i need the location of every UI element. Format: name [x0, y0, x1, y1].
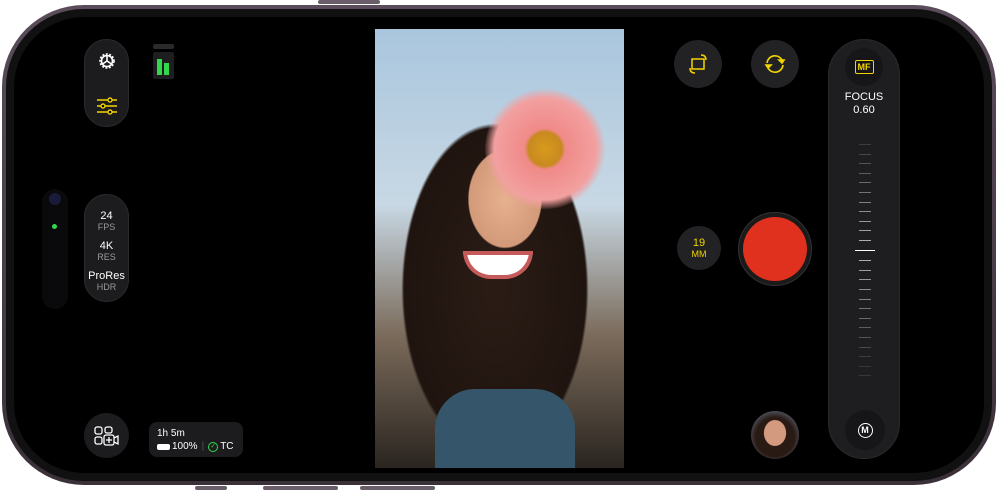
multicam-button[interactable] [84, 413, 129, 458]
phone-frame: 24 FPS 4K RES ProRes HDR 1h 5m 100% | ✓ … [2, 5, 996, 485]
flip-camera-button[interactable] [751, 40, 799, 88]
focus-tick [859, 356, 871, 358]
lens-button[interactable]: 19 MM [677, 226, 721, 270]
focus-slider[interactable] [829, 40, 899, 458]
codec-label: HDR [96, 282, 117, 292]
smile [463, 251, 533, 279]
audio-level-icon[interactable] [153, 44, 174, 80]
focus-tick [859, 375, 871, 377]
focus-tick [855, 249, 875, 251]
codec-value: ProRes [88, 270, 125, 282]
focus-panel: MF FOCUS 0.60 M [828, 39, 900, 459]
focus-tick [859, 220, 871, 222]
time-remaining: 1h 5m [157, 428, 185, 439]
camera-viewfinder[interactable] [375, 29, 624, 468]
focus-tick [859, 182, 871, 184]
fps-label: FPS [97, 222, 116, 232]
focus-tick [859, 192, 871, 193]
battery-icon [157, 443, 170, 450]
focus-tick [859, 337, 871, 338]
focus-tick [859, 144, 871, 145]
focus-tick [859, 308, 871, 310]
status-panel: 1h 5m 100% | ✓ TC [149, 422, 243, 457]
flower [485, 89, 605, 209]
focus-tick [859, 279, 871, 281]
m-icon: M [857, 422, 873, 438]
focus-tick [859, 153, 871, 155]
focus-tick [859, 298, 871, 300]
resolution-label: RES [97, 252, 116, 262]
multicam-add-icon [93, 425, 119, 446]
record-button[interactable] [738, 212, 812, 286]
timecode-label: TC [220, 441, 234, 452]
camera-screen: 24 FPS 4K RES ProRes HDR 1h 5m 100% | ✓ … [14, 17, 984, 473]
focus-tick [859, 269, 871, 271]
focus-tick [859, 240, 871, 241]
auto-focus-button[interactable]: M [845, 410, 885, 450]
focus-tick [859, 201, 871, 203]
battery-percent: 100% [172, 441, 198, 452]
last-clip-thumbnail[interactable] [751, 411, 799, 459]
rotate-frame-icon [689, 54, 707, 74]
settings-pill [84, 39, 129, 127]
record-dot [743, 217, 807, 281]
focus-tick [859, 211, 871, 213]
fps-value: 24 [100, 210, 113, 222]
focus-tick [859, 260, 871, 262]
format-pill[interactable]: 24 FPS 4K RES ProRes HDR [84, 194, 129, 302]
focus-tick [859, 163, 871, 165]
flip-camera-icon [764, 55, 786, 73]
focus-tick [859, 230, 871, 232]
recording-indicator-dot [52, 224, 57, 229]
focus-tick [859, 365, 871, 367]
gear-icon[interactable] [96, 50, 118, 72]
lens-unit: MM [691, 248, 707, 259]
lens-value: 19 [692, 236, 706, 249]
rotate-orientation-button[interactable] [674, 40, 722, 88]
focus-tick [859, 172, 871, 174]
focus-tick [859, 289, 871, 290]
focus-tick [859, 327, 871, 329]
focus-tick [859, 346, 871, 348]
sliders-icon[interactable] [96, 96, 118, 116]
front-camera [49, 193, 61, 205]
sweater [435, 389, 575, 468]
resolution-value: 4K [99, 240, 114, 252]
dynamic-island [42, 189, 68, 309]
timecode-check-icon: ✓ [208, 441, 219, 452]
focus-tick [859, 317, 871, 319]
